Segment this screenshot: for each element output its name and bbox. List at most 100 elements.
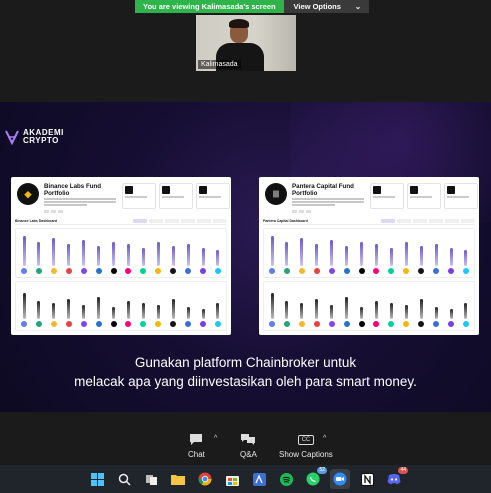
- qa-icon: [241, 434, 256, 445]
- card-title: Binance Labs Fund Portfolio: [44, 183, 102, 197]
- whatsapp-icon[interactable]: 52: [303, 467, 327, 489]
- file-explorer-icon[interactable]: [168, 469, 188, 489]
- coin-logo-icon: [50, 268, 57, 274]
- captions-icon: CC: [297, 434, 315, 445]
- captions-options-caret[interactable]: ^: [323, 435, 326, 442]
- mini-bar: [216, 250, 220, 266]
- zoom-icon[interactable]: [330, 469, 350, 489]
- task-view-icon[interactable]: [141, 469, 161, 489]
- coin-logo-icon: [328, 268, 335, 274]
- mini-bar-column: [372, 301, 380, 327]
- mini-bar-column: [184, 244, 192, 274]
- coin-logo-icon: [373, 321, 380, 327]
- mini-bar: [201, 309, 205, 319]
- windows-start-icon[interactable]: [87, 469, 107, 489]
- mini-bar-column: [80, 240, 88, 274]
- mini-bar-column: [268, 236, 276, 274]
- chrome-icon[interactable]: [195, 469, 215, 489]
- mini-bar: [374, 244, 378, 266]
- qa-label: Q&A: [240, 450, 257, 459]
- mini-bar: [374, 301, 378, 319]
- discord-icon[interactable]: 44: [384, 467, 408, 489]
- mini-bar-column: [110, 242, 118, 274]
- participant-name: Kalimasada: [198, 60, 241, 69]
- stat-box: [159, 183, 193, 209]
- mini-bar-column: [402, 305, 410, 327]
- calendar-icon: [125, 186, 133, 194]
- mini-bar: [345, 297, 349, 319]
- coin-logo-icon: [125, 268, 132, 274]
- coin-logo-icon: [35, 321, 42, 327]
- mini-bar: [82, 305, 86, 319]
- coin-logo-icon: [462, 268, 469, 274]
- coin-logo-icon: [155, 321, 162, 327]
- mini-bar: [156, 305, 160, 319]
- dashboard-tabs: [133, 219, 227, 223]
- view-options-button[interactable]: View Options ⌄: [283, 0, 370, 13]
- coin-logo-icon: [462, 321, 469, 327]
- coin-logo-icon: [50, 321, 57, 327]
- spotify-icon[interactable]: [276, 469, 296, 489]
- mini-bar: [141, 248, 145, 266]
- coin-logo-icon: [155, 268, 162, 274]
- mini-bar-column: [154, 305, 162, 327]
- mini-bar-column: [372, 244, 380, 274]
- notion-icon[interactable]: [357, 469, 377, 489]
- project-bars: [20, 234, 222, 274]
- mini-bar: [52, 303, 56, 319]
- binance-labs-card: ◆ Binance Labs Fund Portfolio Binance La…: [11, 177, 231, 335]
- mini-bar-column: [80, 305, 88, 327]
- mini-bar: [126, 301, 130, 319]
- coin-logo-icon: [80, 268, 87, 274]
- mini-bar-column: [313, 244, 321, 274]
- mini-bar-column: [139, 248, 147, 274]
- chat-label: Chat: [188, 450, 205, 459]
- coin-logo-icon: [125, 321, 132, 327]
- mini-bar: [449, 248, 453, 266]
- coin-logo-icon: [373, 268, 380, 274]
- coin-logo-icon: [388, 321, 395, 327]
- mini-bar: [156, 242, 160, 266]
- person-icon: [199, 186, 207, 194]
- mini-bar-column: [20, 236, 28, 274]
- mini-bar: [186, 307, 190, 319]
- search-icon[interactable]: [114, 469, 134, 489]
- card-stats: [122, 183, 230, 209]
- mini-bar: [315, 244, 319, 266]
- mini-bar: [330, 240, 334, 266]
- mini-bar: [186, 244, 190, 266]
- mini-bar-column: [387, 248, 395, 274]
- coin-logo-icon: [269, 268, 275, 274]
- coin-logo-icon: [65, 321, 72, 327]
- dashboard-tabs: [381, 219, 475, 223]
- coin-logo-icon: [313, 321, 320, 327]
- stat-box: [196, 183, 230, 209]
- coin-logo-icon: [403, 268, 410, 274]
- coin-logo-icon: [170, 321, 177, 327]
- qa-button[interactable]: Q&A: [240, 432, 257, 459]
- discord-unread-badge: 44: [398, 467, 408, 474]
- participant-video-tile[interactable]: Kalimasada: [196, 15, 296, 71]
- coin-logo-icon: [298, 321, 305, 327]
- mini-bar: [434, 244, 438, 266]
- chat-button[interactable]: Chat: [188, 432, 205, 459]
- chat-icon: [190, 434, 203, 445]
- mini-bar: [67, 244, 71, 266]
- mini-bar-column: [268, 293, 276, 327]
- mini-bar-column: [199, 248, 207, 274]
- mini-bar-column: [328, 305, 336, 327]
- coin-logo-icon: [283, 268, 290, 274]
- holding-bars: [20, 287, 222, 327]
- chat-options-caret[interactable]: ^: [214, 435, 217, 442]
- microsoft-store-icon[interactable]: [222, 469, 242, 489]
- mini-bar-column: [95, 297, 103, 327]
- coin-logo-icon: [200, 268, 207, 274]
- coin-logo-icon: [110, 268, 117, 274]
- coin-logo-icon: [403, 321, 410, 327]
- card-stats: [370, 183, 478, 209]
- code-editor-icon[interactable]: [249, 469, 269, 489]
- mini-bar-column: [343, 297, 351, 327]
- mini-bar-column: [447, 248, 455, 274]
- mini-bar-column: [154, 242, 162, 274]
- mini-bar-column: [50, 238, 58, 274]
